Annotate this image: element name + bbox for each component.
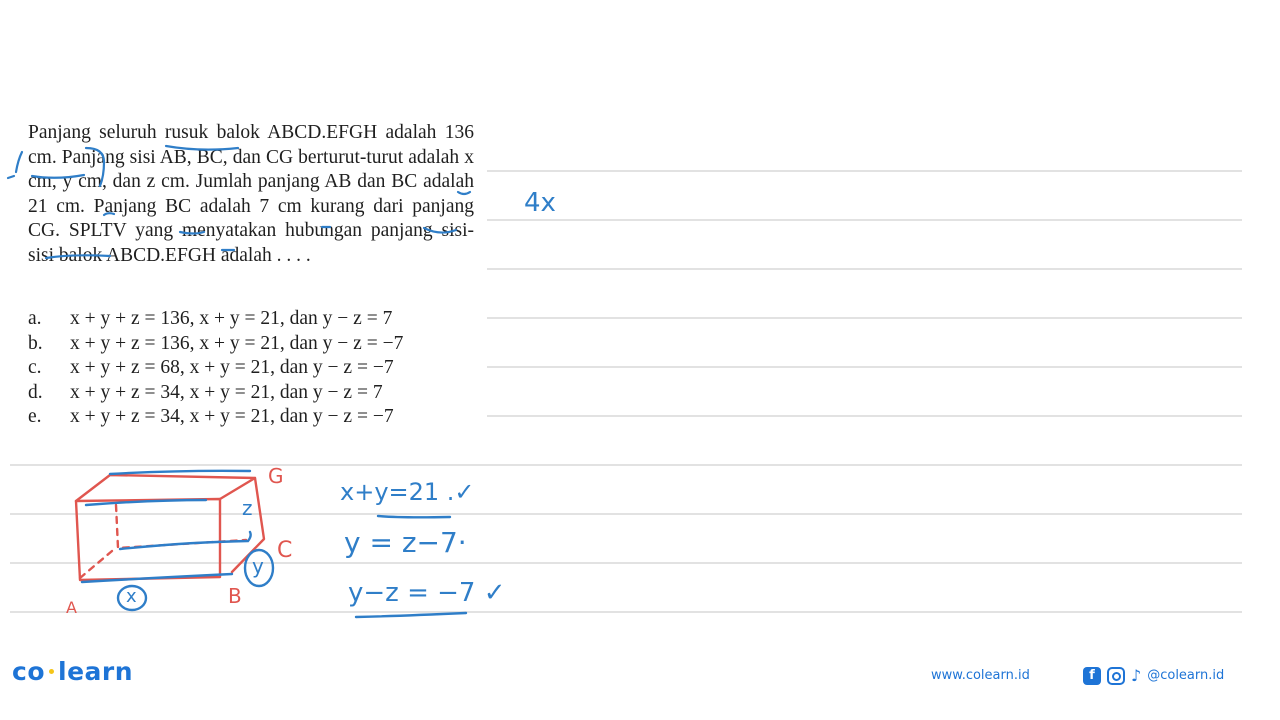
- note-eq3: y−z = −7 ✓: [348, 578, 506, 608]
- answer-options: a. x + y + z = 136, x + y = 21, dan y − …: [28, 307, 403, 430]
- note-eq2: y = z−7·: [344, 526, 467, 559]
- highlight-top-front: [84, 498, 208, 507]
- label-z: z: [242, 496, 253, 520]
- question-text: Panjang seluruh rusuk balok ABCD.EFGH ad…: [28, 122, 474, 266]
- cuboid-top-edges: [74, 473, 257, 503]
- underline-eq3: [354, 611, 468, 619]
- option-label: e.: [28, 406, 42, 427]
- note-4x: 4x: [524, 188, 556, 218]
- label-B: B: [228, 584, 242, 608]
- option-label: b.: [28, 332, 43, 354]
- logo-text-right: learn: [58, 657, 134, 686]
- label-x: x: [126, 586, 137, 607]
- cuboid-front-face: [74, 497, 222, 582]
- logo-dot: [49, 668, 54, 674]
- notebook-rule: [10, 611, 1242, 613]
- notebook-rule: [487, 415, 1242, 417]
- notebook-rule: [487, 268, 1242, 270]
- option-label: d.: [28, 381, 43, 403]
- option-text: x + y + z = 136, x + y = 21, dan y − z =…: [70, 332, 404, 354]
- facebook-icon[interactable]: f: [1083, 666, 1101, 685]
- option-a[interactable]: a. x + y + z = 136, x + y = 21, dan y − …: [28, 307, 403, 332]
- note-eq1: x+y=21 .✓: [340, 478, 475, 506]
- highlight-top-back: [108, 469, 252, 476]
- instagram-icon[interactable]: [1107, 666, 1125, 685]
- underline-eq1: [376, 514, 452, 519]
- label-y: y: [252, 554, 264, 578]
- cuboid-hidden-edges: [114, 503, 248, 550]
- cuboid-sketch: [74, 473, 266, 582]
- notebook-rule: [487, 219, 1242, 221]
- highlight-bottom: [80, 572, 234, 584]
- cuboid-hidden-diagonal: [78, 549, 114, 580]
- notebook-rule: [487, 366, 1242, 368]
- tiktok-icon[interactable]: ♪: [1131, 666, 1141, 685]
- option-label: c.: [28, 357, 42, 378]
- label-G: G: [268, 464, 284, 488]
- notebook-rule: [10, 562, 1242, 564]
- notebook-rule: [10, 513, 1242, 515]
- highlight-middle: [118, 530, 252, 551]
- option-text: x + y + z = 136, x + y = 21, dan y − z =…: [70, 308, 393, 329]
- label-A: A: [66, 598, 77, 617]
- option-text: x + y + z = 34, x + y = 21, dan y − z = …: [70, 381, 383, 403]
- option-c[interactable]: c. x + y + z = 68, x + y = 21, dan y − z…: [28, 356, 403, 381]
- notebook-rule: [10, 464, 1242, 466]
- option-text: x + y + z = 34, x + y = 21, dan y − z = …: [70, 406, 394, 427]
- notebook-rule: [487, 317, 1242, 319]
- colearn-logo: co learn: [12, 657, 133, 686]
- option-b[interactable]: b. x + y + z = 136, x + y = 21, dan y − …: [28, 332, 403, 357]
- logo-text-left: co: [12, 657, 45, 686]
- label-C: C: [277, 538, 293, 563]
- cuboid-highlights: [80, 469, 275, 612]
- notebook-rule: [487, 170, 1242, 172]
- website-link[interactable]: www.colearn.id: [931, 668, 1030, 683]
- option-d[interactable]: d. x + y + z = 34, x + y = 21, dan y − z…: [28, 381, 403, 406]
- option-label: a.: [28, 308, 42, 329]
- social-handle[interactable]: @colearn.id: [1147, 668, 1224, 683]
- option-e[interactable]: e. x + y + z = 34, x + y = 21, dan y − z…: [28, 405, 403, 430]
- social-links: f ♪ @colearn.id: [1083, 666, 1224, 685]
- bracket-136: [6, 150, 24, 180]
- option-text: x + y + z = 68, x + y = 21, dan y − z = …: [70, 357, 394, 378]
